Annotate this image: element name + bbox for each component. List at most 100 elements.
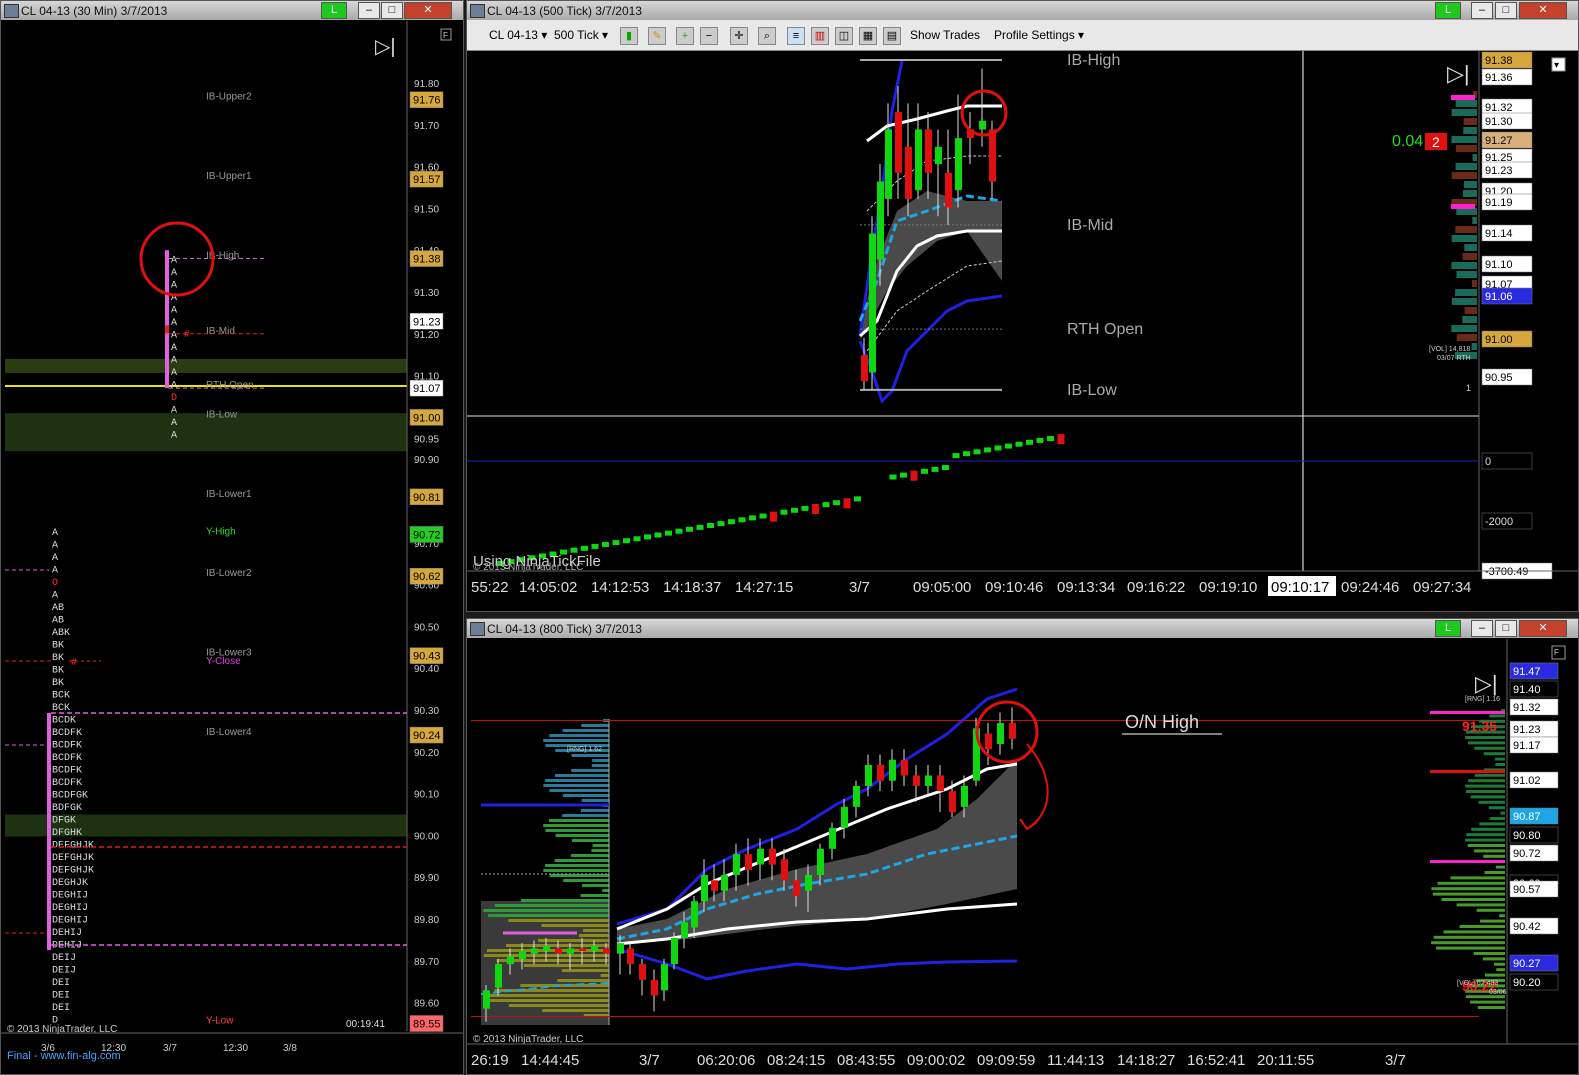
indicator-candle	[780, 509, 788, 515]
tpo-chart-canvas[interactable]: 91.8091.7091.6091.5091.4091.3091.2091.10…	[1, 21, 463, 1074]
data-box-icon[interactable]: ▦	[859, 27, 877, 45]
connection-status-button[interactable]: L	[1435, 620, 1461, 637]
price-marker: 91.23	[1485, 165, 1513, 177]
tpo-string: BK	[52, 666, 64, 677]
price-marker: 91.40	[1513, 684, 1541, 696]
price-marker: 91.38	[413, 254, 441, 266]
volume-profile-bar	[1483, 752, 1505, 756]
tpo-string: BCDFK	[52, 741, 82, 752]
price-label: 89.70	[414, 957, 439, 968]
volume-profile-bar	[1495, 865, 1505, 869]
top-title-bar[interactable]: CL 04-13 (500 Tick) 3/7/2013 L – □ ✕	[467, 1, 1578, 20]
time-label: 26:19	[471, 1052, 509, 1069]
candle-body	[1009, 723, 1016, 739]
volume-profile-bar	[1480, 919, 1505, 923]
candle-body	[483, 990, 490, 1009]
profile-settings-menu[interactable]: Profile Settings ▾	[994, 28, 1084, 42]
indicator-candle	[1026, 439, 1033, 445]
bottom-title-bar[interactable]: CL 04-13 (800 Tick) 3/7/2013 L – □ ✕	[467, 619, 1578, 638]
minimize-button[interactable]: –	[1471, 620, 1493, 637]
volume-profile-bar	[1476, 908, 1505, 912]
volume-profile-bar	[1468, 779, 1505, 783]
prior-volume-bar	[582, 929, 609, 932]
strategies-icon[interactable]: ◫	[835, 27, 853, 45]
range-left: [RNG] 1.62	[567, 746, 602, 753]
tpo-string: DEIJ	[52, 966, 76, 977]
chart-app-icon	[4, 4, 19, 18]
close-button[interactable]: ✕	[404, 2, 452, 19]
time-label: 3/7	[163, 1043, 177, 1054]
interval-selector[interactable]: 500 Tick ▾	[554, 28, 608, 42]
candle-body	[937, 775, 944, 792]
time-label: 3/8	[283, 1043, 297, 1054]
prior-volume-bar	[591, 764, 609, 767]
volume-profile-bar	[1471, 280, 1477, 287]
magnifier-icon[interactable]: ⌕	[758, 27, 776, 45]
price-marker: 91.36	[1485, 72, 1513, 84]
indicator-candle	[1047, 436, 1054, 441]
candle-body	[691, 901, 698, 928]
price-marker: 91.30	[1485, 116, 1513, 128]
bottom-window-title: CL 04-13 (800 Tick) 3/7/2013	[487, 622, 642, 636]
indicator-candle	[921, 468, 928, 474]
maximize-button[interactable]: □	[1495, 620, 1517, 637]
templates-icon[interactable]: ▤	[883, 27, 901, 45]
tick-500-chart-canvas[interactable]: IB-High IB-Mid RTH Open IB-Low 91.38 91.36 91.…	[467, 51, 1578, 612]
close-button[interactable]: ✕	[1519, 2, 1567, 19]
tick-800-chart-canvas[interactable]: O/N High[RNG] 1.62[RNG] 1.1691.3590.2291…	[467, 639, 1578, 1075]
tpo-string: DEFGHJK	[52, 853, 94, 864]
left-title-bar[interactable]: CL 04-13 (30 Min) 3/7/2013 L – □ ✕	[1, 1, 463, 20]
minimize-button[interactable]: –	[358, 2, 380, 19]
hv-node-marker	[1430, 711, 1505, 714]
connection-status-button[interactable]: L	[1435, 2, 1461, 19]
minimize-button[interactable]: –	[1471, 2, 1493, 19]
time-label: 12:30	[223, 1043, 248, 1054]
candle-body	[617, 943, 624, 954]
tpo-string: DEI	[52, 991, 70, 1002]
instrument-selector[interactable]: CL 04-13 ▾	[489, 28, 547, 42]
candle-body	[543, 945, 550, 951]
volume-profile-bar	[1470, 795, 1505, 799]
volume-profile-bar	[1471, 827, 1505, 831]
candle-body	[905, 146, 912, 199]
drawing-tool-icon[interactable]: ✎	[648, 27, 666, 45]
prior-volume-bar	[580, 894, 609, 897]
close-button[interactable]: ✕	[1519, 620, 1567, 637]
prior-volume-bar	[561, 969, 609, 972]
candle-body	[979, 120, 986, 130]
volume-profile-bar	[1450, 876, 1505, 880]
maximize-button[interactable]: □	[1495, 2, 1517, 19]
price-marker: 89.55	[413, 1019, 441, 1031]
chart-app-icon	[470, 4, 485, 18]
indicator-candle	[854, 496, 861, 502]
zoom-in-icon[interactable]: +	[676, 27, 694, 45]
price-marker: 91.32	[1485, 102, 1513, 114]
volume-profile-bar	[1463, 181, 1477, 188]
level-label: IB-Lower2	[206, 568, 252, 579]
indicator-candle	[1005, 443, 1012, 449]
f-toggle-label: F	[1554, 648, 1559, 657]
properties-icon[interactable]: ≡	[787, 27, 805, 45]
value-area-zone	[5, 358, 407, 373]
volume-profile-bar	[1499, 914, 1505, 918]
red-price-label: 91.35	[1462, 718, 1497, 734]
prev-profile-bar	[47, 713, 51, 950]
volume-profile-bar	[1455, 163, 1477, 170]
indicator-candle	[654, 532, 662, 538]
maximize-button[interactable]: □	[381, 2, 403, 19]
tick-800-chart-window: CL 04-13 (800 Tick) 3/7/2013 L – □ ✕ O/N…	[466, 618, 1579, 1075]
indicator-candle	[686, 526, 693, 532]
tpo-string: BCDFGK	[52, 791, 88, 802]
zoom-out-icon[interactable]: −	[700, 27, 718, 45]
price-marker: 91.17	[1513, 740, 1541, 752]
crosshair-icon[interactable]: ✛	[730, 27, 748, 45]
volume-profile-bar	[1478, 800, 1505, 804]
connection-status-button[interactable]: L	[321, 2, 347, 19]
bar-type-icon[interactable]: ▮	[620, 27, 638, 45]
indicators-icon[interactable]: ▥	[811, 27, 829, 45]
prior-volume-bar	[488, 999, 609, 1002]
candle-body	[901, 759, 908, 776]
prior-volume-bar	[542, 1009, 609, 1012]
candle-body	[955, 138, 962, 191]
show-trades-button[interactable]: Show Trades	[910, 28, 980, 42]
